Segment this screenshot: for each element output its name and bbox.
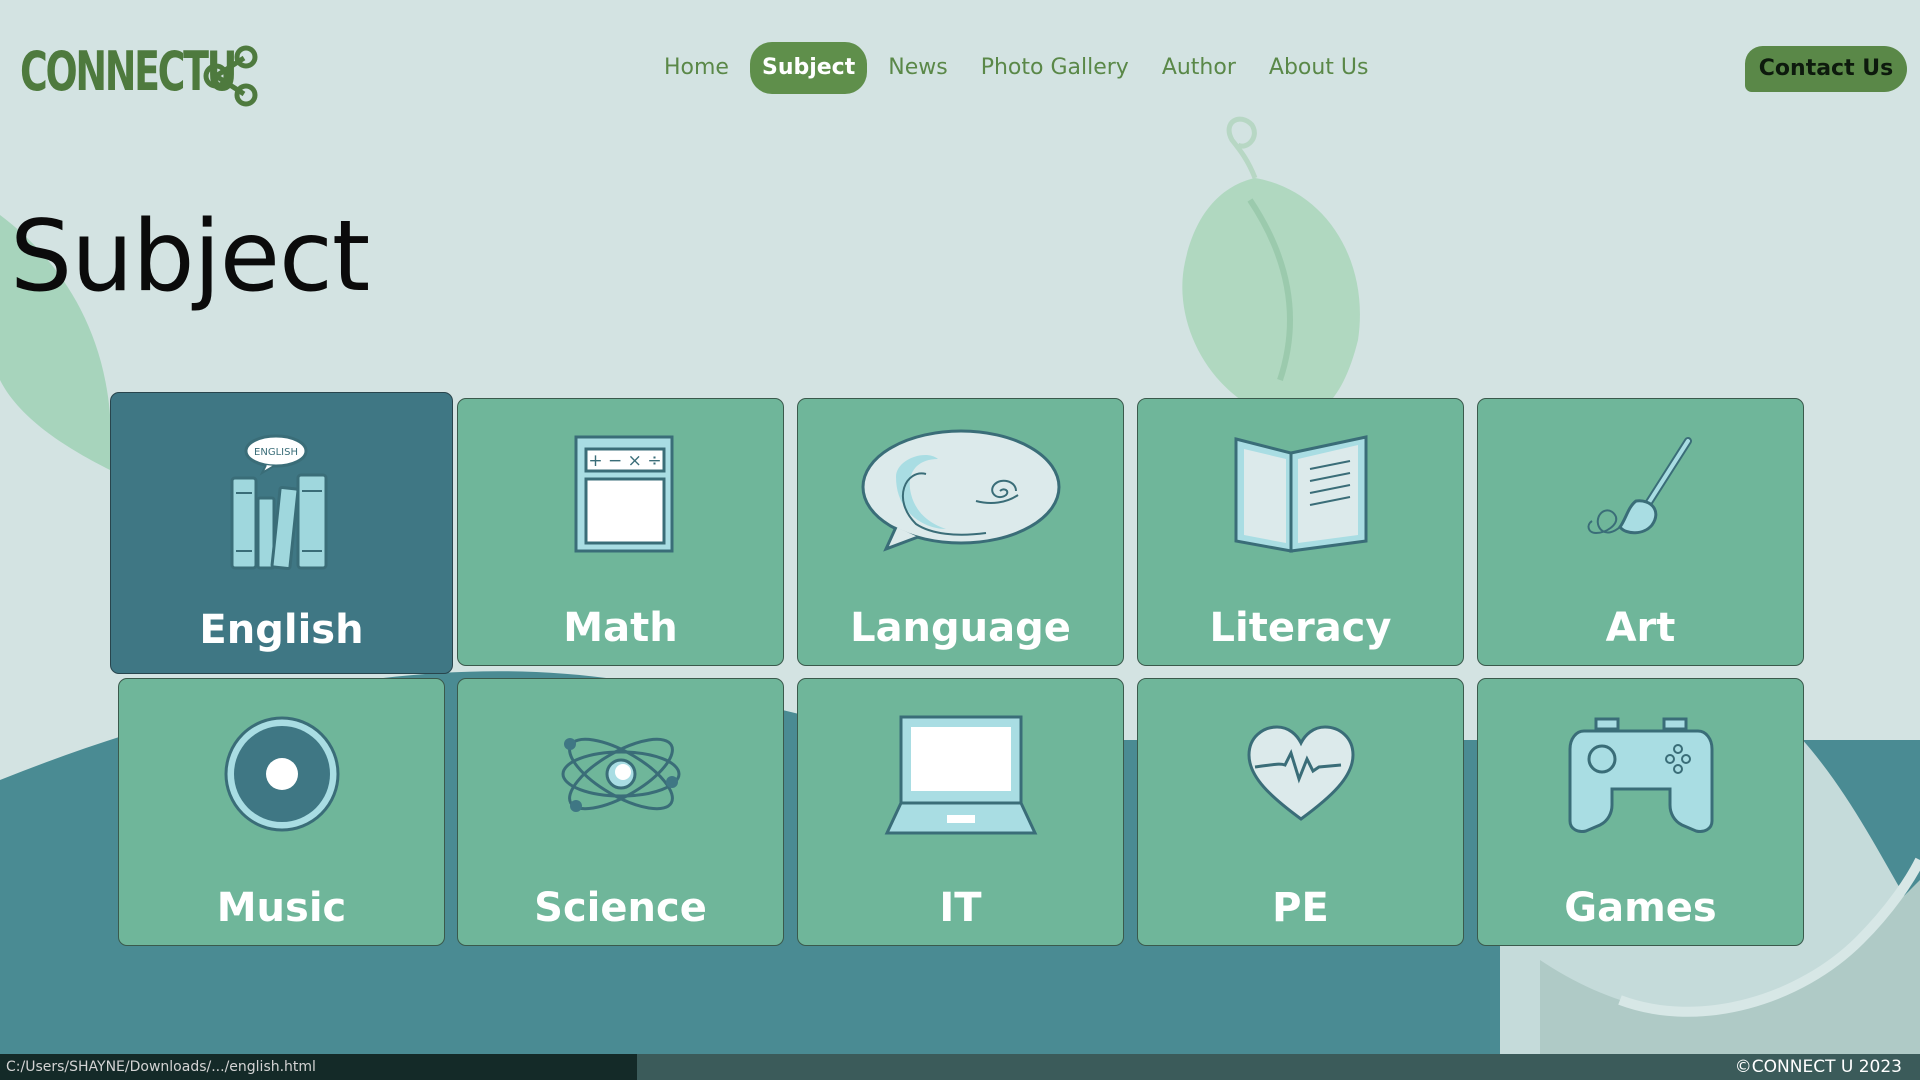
- atom-icon: [561, 737, 680, 812]
- subject-label-pe: PE: [1272, 885, 1329, 931]
- subject-tile-science[interactable]: Science: [457, 678, 784, 946]
- disc-icon: [224, 716, 339, 832]
- subject-tile-language[interactable]: Language: [797, 398, 1124, 666]
- nav-news[interactable]: News: [876, 42, 959, 94]
- paintbrush-icon: [1587, 437, 1692, 535]
- subject-label-art: Art: [1605, 605, 1676, 651]
- contact-us-button[interactable]: Contact Us: [1745, 46, 1907, 92]
- subject-label-language: Language: [850, 605, 1071, 651]
- subject-label-games: Games: [1564, 885, 1717, 931]
- footer: ©CONNECT U 2023: [637, 1054, 1920, 1080]
- main-nav: Home Subject News Photo Gallery Author A…: [652, 42, 1390, 94]
- logo[interactable]: CONNECTU: [20, 36, 296, 107]
- subject-tile-music[interactable]: Music: [118, 678, 445, 946]
- browser-status-bar: C:/Users/SHAYNE/Downloads/.../english.ht…: [0, 1054, 637, 1080]
- subject-tile-english[interactable]: ENGLISH English: [110, 392, 453, 674]
- nav-about-us[interactable]: About Us: [1257, 42, 1381, 94]
- share-icon: [203, 45, 258, 107]
- subject-label-literacy: Literacy: [1209, 605, 1392, 651]
- subject-tile-literacy[interactable]: Literacy: [1137, 398, 1464, 666]
- page-title: Subject: [10, 200, 370, 314]
- nav-home[interactable]: Home: [652, 42, 741, 94]
- speech-bubble-icon: [861, 429, 1060, 552]
- subject-tile-math[interactable]: + − × ÷ Math: [457, 398, 784, 666]
- gamepad-icon: [1568, 717, 1713, 833]
- subject-tile-art[interactable]: Art: [1477, 398, 1804, 666]
- subject-label-science: Science: [534, 885, 707, 931]
- subject-label-it: IT: [939, 885, 982, 931]
- svg-text:ENGLISH: ENGLISH: [254, 447, 298, 458]
- subject-tile-pe[interactable]: PE: [1137, 678, 1464, 946]
- subject-tile-games[interactable]: Games: [1477, 678, 1804, 946]
- subject-tile-it[interactable]: IT: [797, 678, 1124, 946]
- nav-subject[interactable]: Subject: [749, 42, 868, 94]
- svg-text:+ − × ÷: + − × ÷: [588, 451, 661, 471]
- nav-photo-gallery[interactable]: Photo Gallery: [969, 42, 1141, 94]
- subject-label-math: Math: [563, 605, 678, 651]
- subject-label-music: Music: [216, 885, 347, 931]
- laptop-icon: [884, 715, 1037, 835]
- nav-author[interactable]: Author: [1150, 42, 1248, 94]
- heartbeat-icon: [1246, 725, 1355, 821]
- copyright-text: ©CONNECT U 2023: [1734, 1057, 1902, 1077]
- calculator-icon: + − × ÷: [574, 435, 673, 553]
- open-book-icon: [1234, 435, 1367, 553]
- subject-label-english: English: [199, 607, 364, 653]
- books-icon: ENGLISH: [230, 434, 327, 571]
